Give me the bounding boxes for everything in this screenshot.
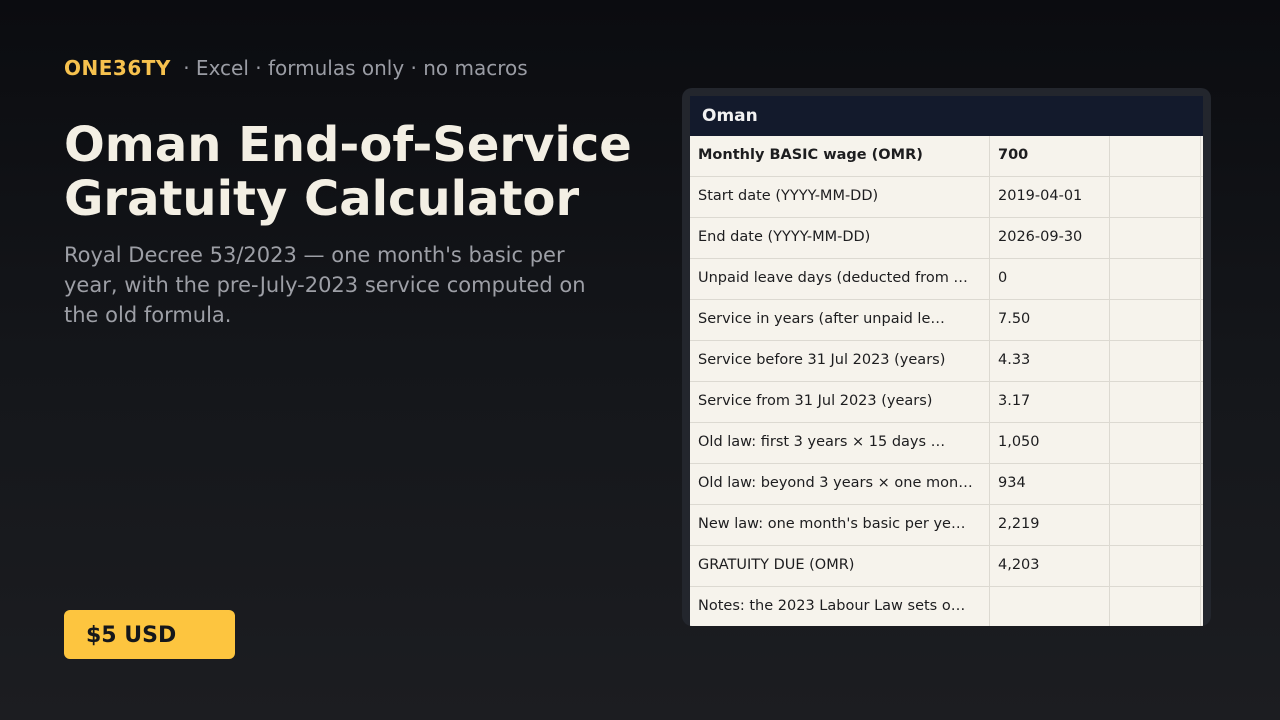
value-cell[interactable]: 4.33: [990, 341, 1110, 381]
empty-cell[interactable]: [1110, 300, 1201, 340]
label-cell[interactable]: Unpaid leave days (deducted from …: [690, 259, 990, 299]
sheet-row: New law: one month's basic per ye… 2,219: [690, 505, 1203, 546]
label-cell[interactable]: Old law: beyond 3 years × one mon…: [690, 464, 990, 504]
label-cell[interactable]: Service in years (after unpaid le…: [690, 300, 990, 340]
value-cell[interactable]: 0: [990, 259, 1110, 299]
label-cell[interactable]: Notes: the 2023 Labour Law sets o…: [690, 587, 990, 626]
empty-cell[interactable]: [1110, 423, 1201, 463]
value-cell[interactable]: 4,203: [990, 546, 1110, 586]
empty-cell[interactable]: [1110, 177, 1201, 217]
label-cell[interactable]: Monthly BASIC wage (OMR): [690, 136, 990, 176]
page-subtitle: Royal Decree 53/2023 — one month's basic…: [64, 243, 586, 327]
empty-cell[interactable]: [1110, 464, 1201, 504]
value-cell[interactable]: 2026-09-30: [990, 218, 1110, 258]
value-cell[interactable]: [990, 587, 1110, 626]
empty-cell[interactable]: [1110, 259, 1201, 299]
empty-cell[interactable]: [1110, 382, 1201, 422]
value-cell[interactable]: 700: [990, 136, 1110, 176]
sheet-row: Service from 31 Jul 2023 (years) 3.17: [690, 382, 1203, 423]
empty-cell[interactable]: [1110, 546, 1201, 586]
sheet-row: GRATUITY DUE (OMR) 4,203: [690, 546, 1203, 587]
spreadsheet-preview: Oman Monthly BASIC wage (OMR) 700 Start …: [682, 88, 1211, 626]
sheet-row: End date (YYYY-MM-DD) 2026-09-30: [690, 218, 1203, 259]
empty-cell[interactable]: [1110, 587, 1201, 626]
value-cell[interactable]: 3.17: [990, 382, 1110, 422]
empty-cell[interactable]: [1110, 341, 1201, 381]
page-title-line-2: Gratuity Calculator: [64, 171, 580, 227]
sheet-row: Start date (YYYY-MM-DD) 2019-04-01: [690, 177, 1203, 218]
empty-cell[interactable]: [1110, 136, 1201, 176]
sheet-row: Service in years (after unpaid le… 7.50: [690, 300, 1203, 341]
sheet-tab-oman[interactable]: Oman: [690, 96, 1203, 136]
page-title-line-1: Oman End-of-Service: [64, 117, 632, 173]
sheet-row: Unpaid leave days (deducted from … 0: [690, 259, 1203, 300]
brand-line: ONE36TY · Excel · formulas only · no mac…: [64, 55, 528, 81]
empty-cell[interactable]: [1110, 218, 1201, 258]
label-cell[interactable]: Start date (YYYY-MM-DD): [690, 177, 990, 217]
price-button[interactable]: $5 USD: [64, 610, 235, 659]
sheet-row: Notes: the 2023 Labour Law sets o…: [690, 587, 1203, 626]
label-cell[interactable]: Old law: first 3 years × 15 days …: [690, 423, 990, 463]
sheet-row: Monthly BASIC wage (OMR) 700: [690, 136, 1203, 177]
empty-cell[interactable]: [1110, 505, 1201, 545]
sheet-row: Old law: first 3 years × 15 days … 1,050: [690, 423, 1203, 464]
sheet-grid: Monthly BASIC wage (OMR) 700 Start date …: [690, 136, 1203, 626]
label-cell[interactable]: New law: one month's basic per ye…: [690, 505, 990, 545]
label-cell[interactable]: GRATUITY DUE (OMR): [690, 546, 990, 586]
value-cell[interactable]: 934: [990, 464, 1110, 504]
value-cell[interactable]: 2,219: [990, 505, 1110, 545]
sheet-row: Old law: beyond 3 years × one mon… 934: [690, 464, 1203, 505]
value-cell[interactable]: 1,050: [990, 423, 1110, 463]
sheet-row: Service before 31 Jul 2023 (years) 4.33: [690, 341, 1203, 382]
page-title: Oman End-of-Service Gratuity Calculator: [64, 118, 644, 226]
label-cell[interactable]: Service from 31 Jul 2023 (years): [690, 382, 990, 422]
value-cell[interactable]: 2019-04-01: [990, 177, 1110, 217]
label-cell[interactable]: Service before 31 Jul 2023 (years): [690, 341, 990, 381]
brand-name: ONE36TY: [64, 56, 171, 80]
value-cell[interactable]: 7.50: [990, 300, 1110, 340]
label-cell[interactable]: End date (YYYY-MM-DD): [690, 218, 990, 258]
brand-tagline: · Excel · formulas only · no macros: [183, 56, 528, 80]
